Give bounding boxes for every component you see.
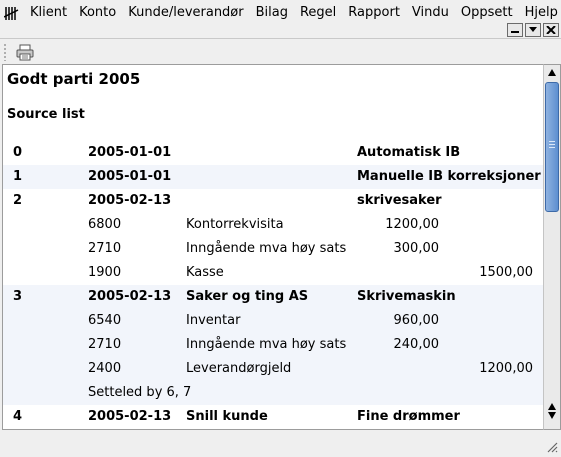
account-number: 2710: [88, 337, 122, 352]
report-view: Godt parti 2005 Source list 0 2005-01-01 A…: [2, 64, 544, 430]
line-row: 1900 Kasse 1500,00: [3, 261, 544, 285]
restore-icon[interactable]: [525, 23, 541, 37]
entry-row: 4 2005-02-13 Snill kunde Fine drømmer: [3, 405, 544, 429]
entry-row: 1 2005-01-01 Manuelle IB korreksjoner: [3, 165, 544, 189]
account-name: Kasse: [186, 265, 224, 280]
debit-amount: 300,00: [393, 241, 440, 256]
debit-amount: 960,00: [393, 313, 440, 328]
account-name: Kontorrekvisita: [186, 217, 284, 232]
entry-date: 2005-01-01: [88, 169, 172, 184]
entry-description: Manuelle IB korreksjoner: [357, 169, 541, 184]
printer-icon[interactable]: [15, 42, 35, 62]
entry-row: 0 2005-01-01 Automatisk IB: [3, 141, 544, 165]
entry-date: 2005-01-01: [88, 145, 172, 160]
entry-date: 2005-02-13: [88, 193, 172, 208]
line-row: 2710 Inngående mva høy sats 240,00: [3, 333, 544, 357]
entry-id: 2: [13, 193, 23, 208]
menu-rapport[interactable]: Rapport: [342, 0, 406, 26]
scroll-thumb[interactable]: [545, 82, 559, 212]
entry-id: 0: [13, 145, 23, 160]
menu-bilag[interactable]: Bilag: [250, 0, 294, 26]
entry-date: 2005-02-13: [88, 409, 172, 424]
close-icon[interactable]: [543, 23, 559, 37]
line-row: 2710 Inngående mva høy sats 300,00: [3, 237, 544, 261]
resize-grip-icon[interactable]: [546, 441, 558, 453]
line-row: 2400 Leverandørgjeld 1200,00: [3, 357, 544, 381]
entry-row: 2 2005-02-13 skrivesaker: [3, 189, 544, 213]
status-bar: [0, 430, 561, 456]
entry-description: Skrivemaskin: [357, 289, 456, 304]
entry-id: 1: [13, 169, 23, 184]
entry-description: Automatisk IB: [357, 145, 461, 160]
entry-description: skrivesaker: [357, 193, 442, 208]
entry-date: 2005-02-13: [88, 289, 172, 304]
account-name: Leverandørgjeld: [186, 361, 292, 376]
menu-bar: Klient Konto Kunde/leverandør Bilag Rege…: [0, 0, 561, 26]
account-number: 1900: [88, 265, 122, 280]
scroll-down-icon[interactable]: [544, 397, 560, 425]
window-controls: [507, 23, 559, 37]
report-title: Godt parti 2005: [7, 70, 141, 88]
toolbar-grip[interactable]: [3, 43, 7, 61]
report-subtitle: Source list: [7, 107, 85, 122]
credit-amount: 1200,00: [479, 361, 533, 376]
menu-regel[interactable]: Regel: [294, 0, 342, 26]
account-number: 2400: [88, 361, 122, 376]
debit-amount: 240,00: [393, 337, 440, 352]
vertical-scrollbar[interactable]: [543, 64, 561, 430]
note-row: Setteled by 6, 7: [3, 381, 544, 405]
menu-vindu[interactable]: Vindu: [406, 0, 455, 26]
entry-name: Saker og ting AS: [186, 289, 309, 304]
settled-note: Setteled by 6, 7: [88, 385, 192, 400]
account-number: 6540: [88, 313, 122, 328]
account-name: Inventar: [186, 313, 241, 328]
menu-klient[interactable]: Klient: [24, 0, 73, 26]
entry-name: Snill kunde: [186, 409, 268, 424]
entry-description: Fine drømmer: [357, 409, 460, 424]
credit-amount: 1500,00: [479, 265, 533, 280]
line-row: 6540 Inventar 960,00: [3, 309, 544, 333]
menu-konto[interactable]: Konto: [73, 0, 122, 26]
source-list: 0 2005-01-01 Automatisk IB 1 2005-01-01 Manue…: [3, 141, 544, 429]
minimize-icon[interactable]: [507, 23, 523, 37]
account-number: 2710: [88, 241, 122, 256]
menu-kunde-leverandor[interactable]: Kunde/leverandør: [122, 0, 249, 26]
scroll-up-icon[interactable]: [544, 65, 560, 81]
entry-id: 3: [13, 289, 23, 304]
line-row: 6800 Kontorrekvisita 1200,00: [3, 213, 544, 237]
account-number: 6800: [88, 217, 122, 232]
debit-amount: 1200,00: [385, 217, 439, 232]
entry-row: 3 2005-02-13 Saker og ting AS Skrivemaskin: [3, 285, 544, 309]
entry-id: 4: [13, 409, 23, 424]
tally-marks-icon[interactable]: [4, 5, 20, 21]
toolbar: [0, 38, 561, 65]
